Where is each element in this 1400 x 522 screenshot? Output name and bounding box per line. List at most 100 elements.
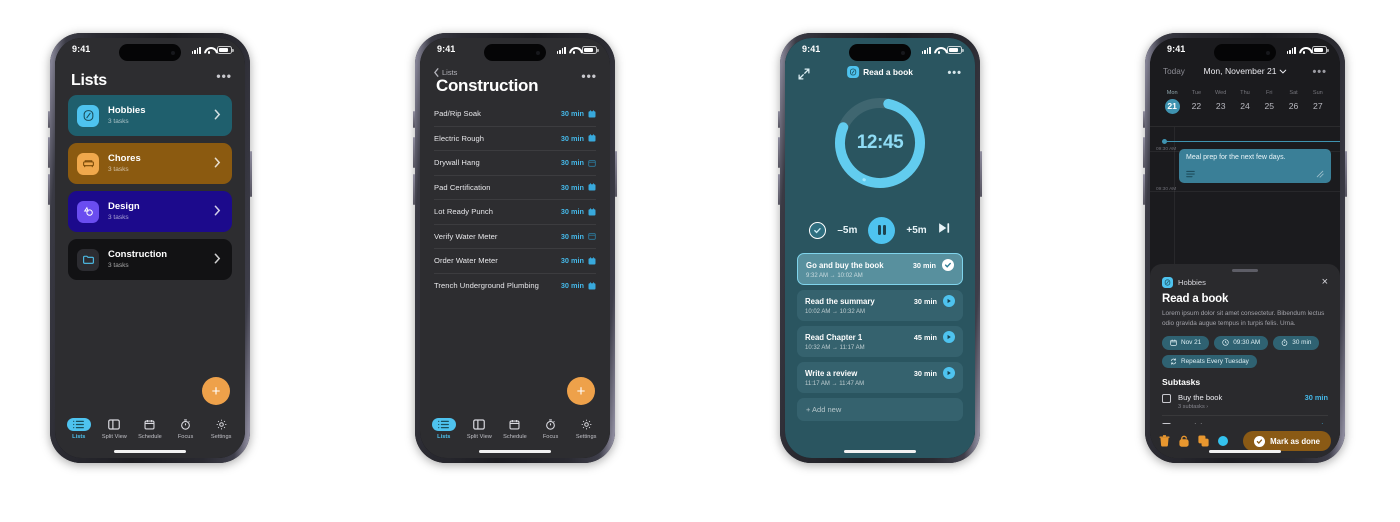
week-day-sat[interactable]: Sat 26: [1281, 90, 1305, 114]
week-day-wed[interactable]: Wed 23: [1209, 90, 1233, 114]
tab-split-view[interactable]: Split View: [97, 418, 131, 440]
date-picker-button[interactable]: Mon, November 21: [1203, 66, 1287, 76]
tab-lists[interactable]: Lists: [62, 418, 96, 440]
chip-time[interactable]: 09:30 AM: [1214, 335, 1269, 350]
power-button[interactable]: [615, 151, 617, 197]
calendar-icon[interactable]: [588, 183, 596, 191]
table-row[interactable]: Trench Underground Plumbing 30 min: [434, 274, 596, 299]
timer-controls: –5m +5m: [785, 216, 975, 244]
table-row[interactable]: Pad Certification 30 min: [434, 176, 596, 200]
power-button[interactable]: [1345, 151, 1347, 197]
week-day-sun[interactable]: Sun 27: [1306, 90, 1330, 114]
list-item[interactable]: Buy the book 3 subtasks › 30 min: [1162, 387, 1328, 417]
lock-icon[interactable]: [1179, 435, 1189, 447]
table-row[interactable]: Order Water Meter 30 min: [434, 249, 596, 274]
add-button[interactable]: +: [567, 377, 595, 405]
calendar-icon[interactable]: [588, 257, 596, 265]
table-row[interactable]: Drywall Hang 30 min: [434, 151, 596, 176]
volume-down-button[interactable]: [778, 174, 780, 205]
volume-down-button[interactable]: [413, 174, 415, 205]
trash-icon[interactable]: [1159, 435, 1170, 447]
list-card-design[interactable]: Design 3 tasks: [68, 191, 232, 232]
volume-up-button[interactable]: [413, 137, 415, 168]
play-icon[interactable]: [943, 331, 955, 343]
tab-schedule[interactable]: Schedule: [498, 418, 532, 440]
checkbox[interactable]: [1162, 394, 1171, 404]
check-circle-icon[interactable]: [809, 221, 827, 239]
tab-focus[interactable]: Focus: [169, 418, 203, 440]
silent-switch[interactable]: [778, 111, 780, 128]
volume-up-button[interactable]: [778, 137, 780, 168]
list-item[interactable]: Go and buy the book 30 min 9:32 AM → 10:…: [797, 253, 963, 285]
more-options-button[interactable]: •••: [216, 70, 232, 82]
calendar-icon[interactable]: [588, 282, 596, 290]
silent-switch[interactable]: [48, 111, 50, 128]
tab-settings[interactable]: Settings: [569, 418, 603, 440]
week-day-thu[interactable]: Thu 24: [1233, 90, 1257, 114]
play-icon[interactable]: [943, 295, 955, 307]
minus-five-minutes-button[interactable]: –5m: [837, 225, 857, 236]
add-button[interactable]: +: [202, 377, 230, 405]
home-indicator[interactable]: [114, 449, 186, 453]
check-circle-icon[interactable]: [942, 259, 954, 271]
color-dot-icon[interactable]: [1218, 436, 1228, 446]
tab-focus[interactable]: Focus: [534, 418, 568, 440]
list-card-construction[interactable]: Construction 3 tasks: [68, 239, 232, 280]
volume-up-button[interactable]: [48, 137, 50, 168]
volume-up-button[interactable]: [1143, 137, 1145, 168]
calendar-event[interactable]: Meal prep for the next few days.: [1179, 149, 1331, 183]
week-day-mon[interactable]: Mon 21: [1160, 90, 1184, 114]
calendar-icon[interactable]: [588, 134, 596, 142]
calendar-icon[interactable]: [588, 208, 596, 216]
sheet-list-badge[interactable]: Hobbies: [1162, 277, 1206, 288]
week-day-fri[interactable]: Fri 25: [1257, 90, 1281, 114]
expand-icon[interactable]: [798, 67, 810, 85]
list-card-hobbies[interactable]: Hobbies 3 tasks: [68, 95, 232, 136]
chip-date[interactable]: Nov 21: [1162, 335, 1210, 350]
chip-duration[interactable]: 30 min: [1273, 335, 1320, 350]
chip-repeat[interactable]: Repeats Every Tuesday: [1162, 354, 1257, 369]
tab-schedule[interactable]: Schedule: [133, 418, 167, 440]
list-item[interactable]: Read the summary 30 min 10:02 AM → 10:32…: [797, 290, 963, 321]
tab-lists[interactable]: Lists: [427, 418, 461, 440]
tab-split-view[interactable]: Split View: [462, 418, 496, 440]
subtask-duration: 45 min: [913, 332, 937, 342]
resize-handle-icon[interactable]: [1316, 170, 1324, 178]
subtask-count[interactable]: 3 subtasks ›: [1178, 404, 1222, 410]
calendar-icon[interactable]: [588, 232, 596, 240]
table-row[interactable]: Verify Water Meter 30 min: [434, 225, 596, 249]
more-options-button[interactable]: •••: [581, 70, 597, 82]
sheet-grabber[interactable]: [1232, 269, 1258, 272]
calendar-icon[interactable]: [588, 159, 596, 167]
week-day-tue[interactable]: Tue 22: [1184, 90, 1208, 114]
mark-as-done-button[interactable]: Mark as done: [1243, 431, 1331, 451]
plus-five-minutes-button[interactable]: +5m: [906, 225, 926, 236]
table-row[interactable]: Pad/Rip Soak 30 min: [434, 102, 596, 127]
close-icon[interactable]: ×: [1322, 277, 1328, 288]
duplicate-icon[interactable]: [1198, 435, 1209, 447]
play-icon[interactable]: [943, 367, 955, 379]
calendar-icon[interactable]: [588, 110, 596, 118]
silent-switch[interactable]: [1143, 111, 1145, 128]
list-item[interactable]: Write a review 30 min 11:17 AM → 11:47 A…: [797, 362, 963, 393]
power-button[interactable]: [250, 151, 252, 197]
tab-settings[interactable]: Settings: [204, 418, 238, 440]
home-indicator[interactable]: [844, 449, 916, 453]
add-new-subtask-button[interactable]: + Add new: [797, 398, 963, 421]
skip-next-icon[interactable]: [938, 221, 951, 239]
pause-icon[interactable]: [868, 216, 896, 244]
more-options-button[interactable]: •••: [1312, 66, 1327, 78]
table-row[interactable]: Electric Rough 30 min: [434, 127, 596, 151]
home-indicator[interactable]: [479, 449, 551, 453]
today-button[interactable]: Today: [1163, 67, 1185, 76]
silent-switch[interactable]: [413, 111, 415, 128]
table-row[interactable]: Lot Ready Punch 30 min: [434, 200, 596, 225]
volume-down-button[interactable]: [1143, 174, 1145, 205]
more-options-button[interactable]: •••: [947, 67, 962, 79]
volume-down-button[interactable]: [48, 174, 50, 205]
home-indicator[interactable]: [1209, 449, 1281, 453]
power-button[interactable]: [980, 151, 982, 197]
list-item[interactable]: Read Chapter 1 45 min 10:32 AM → 11:17 A…: [797, 326, 963, 357]
phone-4-schedule-detail: 9:41 Today Mon, November 21 ••• Mon 21 T…: [1143, 33, 1347, 463]
list-card-chores[interactable]: Chores 3 tasks: [68, 143, 232, 184]
